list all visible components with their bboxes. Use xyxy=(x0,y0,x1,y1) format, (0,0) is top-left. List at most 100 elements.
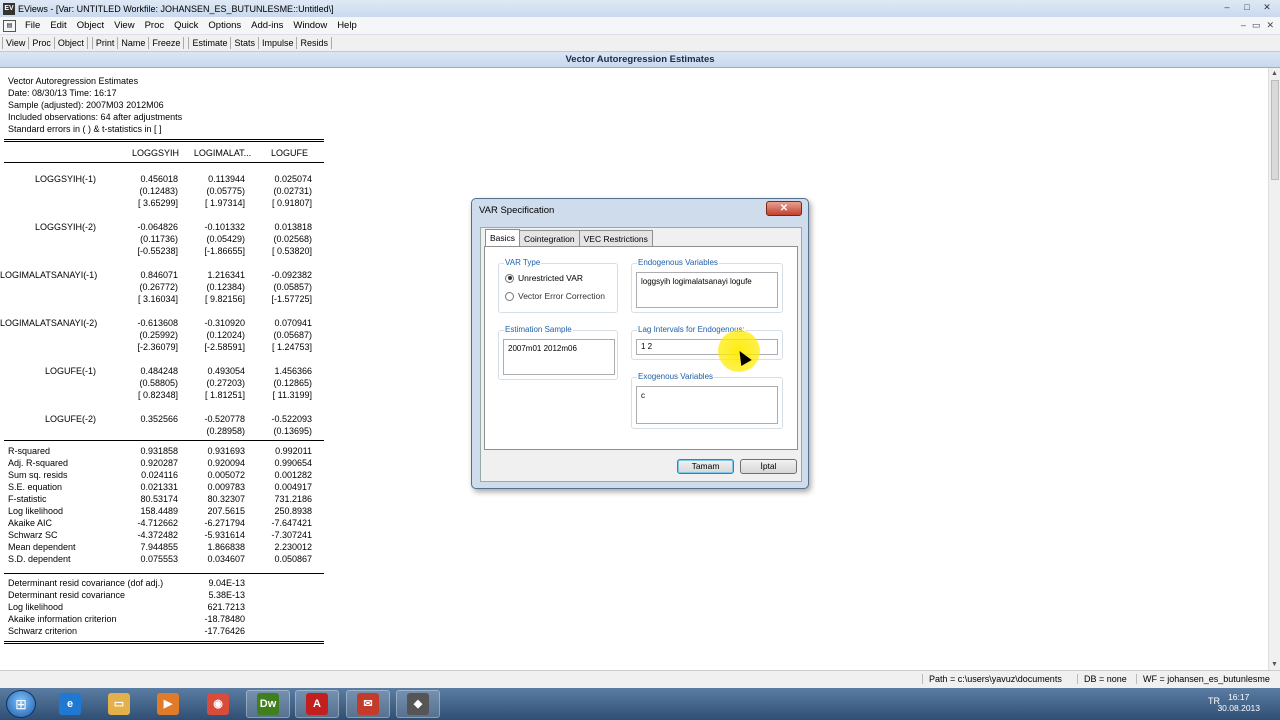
menu-bar: ▤ File Edit Object View Proc Quick Optio… xyxy=(0,17,1280,35)
radio-selected-icon[interactable] xyxy=(505,273,514,283)
estimation-sample-group: Estimation Sample 2007m01 2012m06 xyxy=(498,325,618,380)
menu-window[interactable]: Window xyxy=(288,20,332,31)
stat-row: S.E. equation 0.021331 0.009783 0.004917 xyxy=(8,482,328,494)
stat-label: Log likelihood xyxy=(8,506,64,516)
maximize-button[interactable]: □ xyxy=(1238,1,1256,13)
stat-value: -17.76426 xyxy=(204,626,245,636)
coefficient-cell: [-0.55238] xyxy=(137,246,178,256)
stat-value: -7.647421 xyxy=(271,518,312,528)
dialog-close-button[interactable]: ✕ xyxy=(766,201,802,216)
scroll-down-icon[interactable]: ▼ xyxy=(1271,661,1278,668)
menu-proc[interactable]: Proc xyxy=(140,20,170,31)
coefficient-cell: [-2.36079] xyxy=(137,342,178,352)
radio-unrestricted-var[interactable]: Unrestricted VAR xyxy=(505,273,583,283)
endogenous-field[interactable]: loggsyih logimalatsanayi logufe xyxy=(636,272,778,308)
menu-file[interactable]: File xyxy=(20,20,45,31)
menu-edit[interactable]: Edit xyxy=(45,20,71,31)
toolbar-name-button[interactable]: Name xyxy=(118,37,150,49)
stat-label: R-squared xyxy=(8,446,51,456)
stat-value: -5.931614 xyxy=(204,530,245,540)
start-button[interactable]: ⊞ xyxy=(6,690,36,718)
taskbar-app-icon: ✉ xyxy=(357,693,379,715)
taskbar-app-button[interactable]: Dw xyxy=(246,690,290,718)
stat-value: 0.021331 xyxy=(140,482,178,492)
double-rule xyxy=(4,641,324,644)
tab-basics[interactable]: Basics xyxy=(485,229,521,247)
estimation-sample-field[interactable]: 2007m01 2012m06 xyxy=(503,339,615,375)
lag-intervals-group: Lag Intervals for Endogenous: 1 2 xyxy=(631,325,783,360)
coefficient-cell: -0.064826 xyxy=(137,222,178,232)
eviews-app-icon[interactable]: EV xyxy=(3,2,15,15)
regressor-label: LOGGSYIH(-1) xyxy=(34,174,96,184)
taskbar-app-button[interactable]: A xyxy=(295,690,339,718)
coefficient-cell: (0.05429) xyxy=(206,234,245,244)
menu-options[interactable]: Options xyxy=(203,20,246,31)
tray-clock[interactable]: 16:17 30.08.2013 xyxy=(1217,692,1260,714)
output-info: Vector Autoregression Estimates Date: 08… xyxy=(8,75,182,135)
coefficient-cell: [-2.58591] xyxy=(204,342,245,352)
taskbar-app-button[interactable]: ◆ xyxy=(396,690,440,718)
menu-object[interactable]: Object xyxy=(72,20,109,31)
taskbar-app-icon: ◉ xyxy=(207,693,229,715)
taskbar-app-button[interactable]: ✉ xyxy=(346,690,390,718)
menu-view[interactable]: View xyxy=(109,20,139,31)
stat-label: Akaike information criterion xyxy=(8,614,117,624)
coefficient-cell: -0.101332 xyxy=(204,222,245,232)
toolbar-view-button[interactable]: View xyxy=(2,37,30,49)
mdi-window-icon[interactable]: ▤ xyxy=(3,19,16,32)
scroll-up-icon[interactable]: ▲ xyxy=(1271,70,1278,77)
toolbar-proc-button[interactable]: Proc xyxy=(29,37,55,49)
toolbar-estimate-button[interactable]: Estimate xyxy=(188,37,232,49)
menu-help[interactable]: Help xyxy=(332,20,362,31)
exogenous-field[interactable]: c xyxy=(636,386,778,424)
regressor-label: LOGIMALATSANAYI(-2) xyxy=(0,318,98,328)
coefficient-cell: 1.216341 xyxy=(207,270,245,280)
taskbar-app-button[interactable]: ◉ xyxy=(196,690,240,718)
single-rule xyxy=(4,162,324,163)
regressor-label: LOGGSYIH(-2) xyxy=(34,222,96,232)
taskbar-app-button[interactable]: e xyxy=(48,690,92,718)
taskbar-app-button[interactable]: ▶ xyxy=(146,690,190,718)
mdi-minimize-button[interactable]: – xyxy=(1241,20,1246,31)
menu-quick[interactable]: Quick xyxy=(169,20,203,31)
mdi-close-button[interactable]: ✕ xyxy=(1266,20,1274,31)
toolbar-print-button[interactable]: Print xyxy=(91,37,119,49)
coefficient-cell: 0.484248 xyxy=(140,366,178,376)
toolbar-resids-button[interactable]: Resids xyxy=(297,37,332,49)
coefficient-cell: (0.02568) xyxy=(273,234,312,244)
system-stat-row: Schwarz criterion -17.76426 xyxy=(8,626,328,638)
stat-value: 250.8938 xyxy=(274,506,312,516)
stat-value: 0.050867 xyxy=(274,554,312,564)
ok-button[interactable]: Tamam xyxy=(677,459,734,474)
coefficient-cell: [ 11.3199] xyxy=(272,390,312,400)
output-header: Vector Autoregression Estimates xyxy=(0,52,1280,68)
stat-value: 80.32307 xyxy=(207,494,245,504)
coefficient-cell: -0.092382 xyxy=(271,270,312,280)
info-sample: Sample (adjusted): 2007M03 2012M06 xyxy=(8,100,164,110)
status-path: Path = c:\users\yavuz\documents xyxy=(922,674,1068,684)
toolbar-object-button[interactable]: Object xyxy=(55,37,88,49)
column-header: LOGIMALAT... xyxy=(193,148,252,158)
scroll-thumb[interactable] xyxy=(1271,80,1279,180)
taskbar-app-button[interactable]: ▭ xyxy=(97,690,141,718)
endogenous-label: Endogenous Variables xyxy=(637,258,719,267)
stat-row: Sum sq. resids 0.024116 0.005072 0.001282 xyxy=(8,470,328,482)
mdi-restore-button[interactable]: ▭ xyxy=(1252,20,1261,31)
taskbar-app-icon: Dw xyxy=(257,693,279,715)
radio-vector-error-correction[interactable]: Vector Error Correction xyxy=(505,291,605,301)
close-button[interactable]: ✕ xyxy=(1258,1,1276,13)
coefficient-cell: [ 1.97314] xyxy=(204,198,245,208)
menu-add-ins[interactable]: Add-ins xyxy=(246,20,288,31)
object-toolbar: View Proc Object Print Name Freeze Estim… xyxy=(0,35,1280,52)
minimize-button[interactable]: – xyxy=(1218,1,1236,13)
single-rule xyxy=(4,440,324,441)
endogenous-group: Endogenous Variables loggsyih logimalats… xyxy=(631,258,783,313)
toolbar-impulse-button[interactable]: Impulse xyxy=(259,37,298,49)
radio-unselected-icon[interactable] xyxy=(505,291,514,301)
cancel-button[interactable]: İptal xyxy=(740,459,797,474)
vertical-scrollbar[interactable]: ▲ ▼ xyxy=(1268,68,1280,670)
clock-date: 30.08.2013 xyxy=(1217,703,1260,713)
toolbar-stats-button[interactable]: Stats xyxy=(231,37,259,49)
toolbar-freeze-button[interactable]: Freeze xyxy=(149,37,185,49)
coefficient-cell: (0.12024) xyxy=(206,330,245,340)
